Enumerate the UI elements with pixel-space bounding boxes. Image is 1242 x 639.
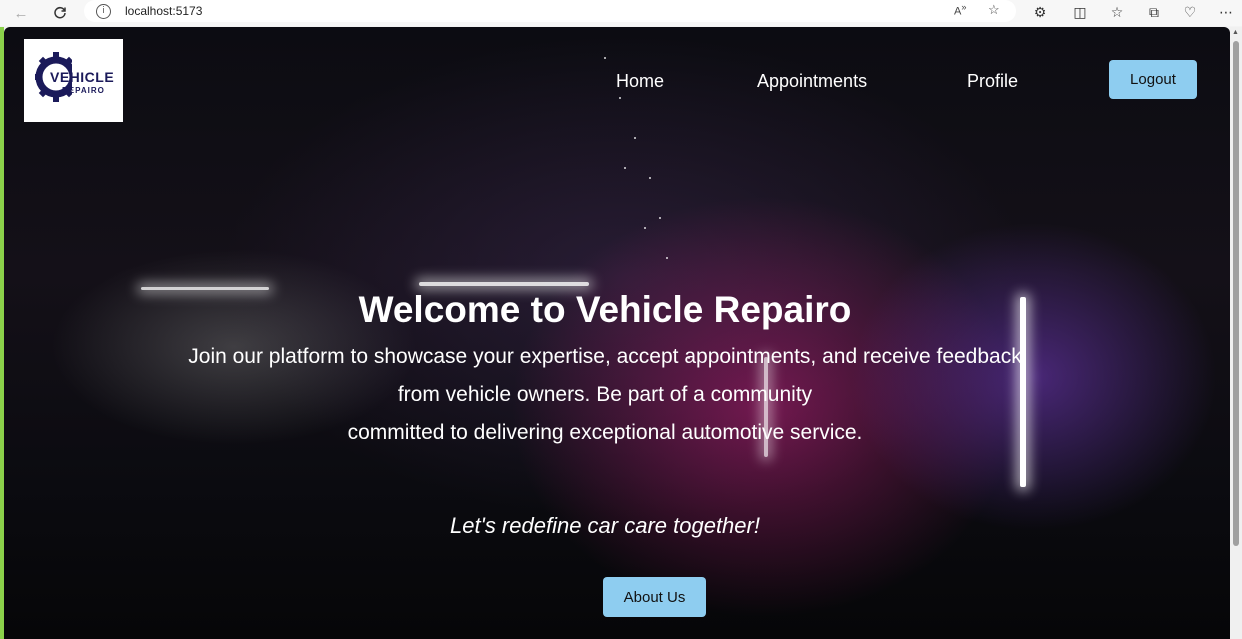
read-aloud-icon[interactable]: A» <box>954 2 966 18</box>
site-info-icon[interactable]: i <box>96 3 111 19</box>
browser-essentials-icon[interactable]: ♡ <box>1179 2 1201 24</box>
scrollbar-thumb[interactable] <box>1233 41 1239 546</box>
hero-description-line-3: committed to delivering exceptional auto… <box>347 421 863 444</box>
hero-title: Welcome to Vehicle Repairo <box>358 289 852 330</box>
hero-tagline: Let's redefine car care together! <box>450 513 760 538</box>
address-bar[interactable]: i localhost:5173 A» ☆ <box>84 0 1016 22</box>
extensions-icon[interactable]: ⚙ <box>1029 2 1051 24</box>
hero-section: VEHICLE REPAIRO Home Appointments Profil… <box>4 27 1230 639</box>
site-logo[interactable]: VEHICLE REPAIRO <box>24 39 123 122</box>
more-menu-icon[interactable]: ⋯ <box>1215 2 1237 24</box>
hero-description-line-2: from vehicle owners. Be part of a commun… <box>397 383 813 406</box>
browser-toolbar: ← i localhost:5173 A» ☆ ⚙ ◫ ☆ ⧉ ♡ ⋯ <box>0 0 1242 26</box>
scroll-up-icon[interactable]: ▲ <box>1232 29 1239 36</box>
nav-appointments[interactable]: Appointments <box>757 71 867 92</box>
nav-profile[interactable]: Profile <box>967 71 1018 92</box>
shop-light <box>419 282 589 286</box>
back-arrow-icon[interactable]: ← <box>10 2 32 24</box>
hero-description-line-1: Join our platform to showcase your exper… <box>188 345 1022 368</box>
favorites-icon[interactable]: ☆ <box>1106 2 1128 24</box>
logo-text: VEHICLE <box>50 69 115 85</box>
reload-icon[interactable] <box>49 2 71 24</box>
about-us-button[interactable]: About Us <box>603 577 706 617</box>
favorite-star-icon[interactable]: ☆ <box>988 2 1000 18</box>
nav-home[interactable]: Home <box>616 71 664 92</box>
logout-button[interactable]: Logout <box>1109 60 1197 99</box>
logo-subtext: REPAIRO <box>62 86 105 95</box>
url-text: localhost:5173 <box>125 4 203 18</box>
page-scrollbar[interactable]: ▲ <box>1230 27 1242 639</box>
collections-icon[interactable]: ⧉ <box>1143 2 1165 24</box>
split-screen-icon[interactable]: ◫ <box>1069 2 1091 24</box>
